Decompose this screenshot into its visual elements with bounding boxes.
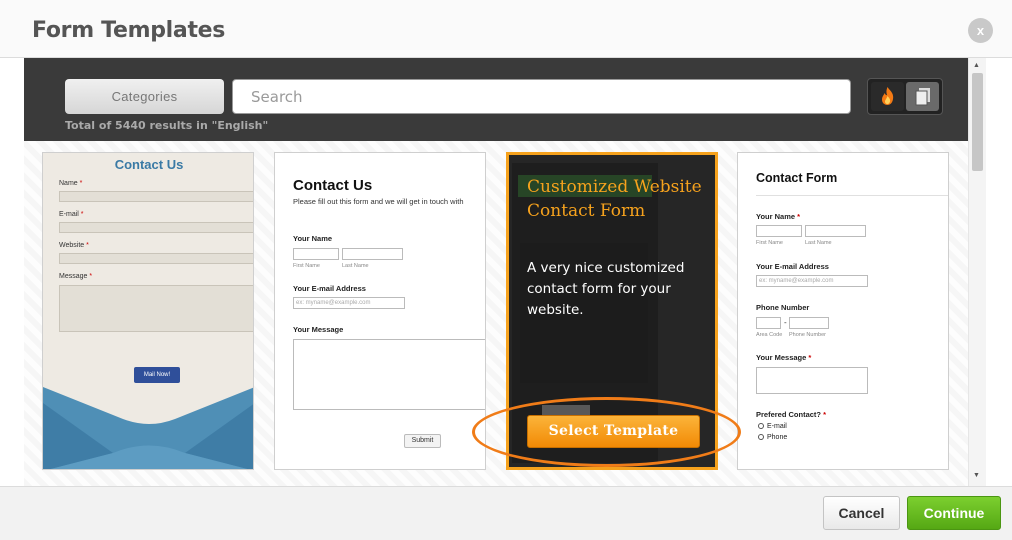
name-label: Your Name * (756, 212, 801, 221)
template-card-contact-form[interactable]: Contact Form Your Name * First Name Last… (737, 152, 949, 470)
radio-option-email: E-mail (758, 423, 787, 430)
email-label: Your E-mail Address (756, 262, 829, 271)
continue-button[interactable]: Continue (907, 496, 1001, 530)
radio-icon (758, 423, 764, 429)
first-name-hint: First Name (756, 240, 783, 246)
cancel-button[interactable]: Cancel (823, 496, 900, 530)
select-template-button[interactable]: Select Template (527, 415, 700, 448)
scroll-up-arrow-icon[interactable]: ▲ (973, 62, 980, 69)
dash: - (784, 318, 787, 327)
close-button[interactable]: x (968, 18, 993, 43)
card-title: Customized Website Contact Form (527, 177, 702, 221)
results-count: Total of 5440 results in "English" (65, 119, 269, 132)
card-title: Contact Us (293, 177, 373, 194)
dialog-footer: Cancel Continue (0, 486, 1012, 540)
scroll-down-arrow-icon[interactable]: ▼ (973, 472, 980, 479)
vertical-scrollbar[interactable]: ▲ ▼ (968, 58, 986, 486)
email-label: Your E-mail Address (293, 284, 366, 293)
phone-label: Phone Number (756, 303, 810, 312)
radio-option-phone: Phone (758, 434, 787, 441)
templates-toolbar: Categories Total of 5440 results in "Eng… (24, 58, 968, 141)
pages-icon (915, 88, 930, 106)
message-label: Your Message * (756, 353, 812, 362)
area-code-preview (756, 317, 781, 329)
flame-icon (882, 87, 894, 105)
email-preview: ex: myname@example.com (756, 275, 868, 287)
template-card-customized-website-contact-form[interactable]: Customized Website Contact Form A very n… (506, 152, 718, 470)
message-preview (756, 367, 868, 394)
divider (756, 195, 948, 196)
phone-number-hint: Phone Number (789, 332, 826, 338)
dialog-title: Form Templates (32, 18, 226, 43)
message-preview (293, 339, 485, 410)
first-name-preview (756, 225, 802, 237)
last-name-preview (342, 248, 403, 260)
message-label: Your Message (293, 325, 344, 334)
phone-number-preview (789, 317, 829, 329)
preferred-contact-label: Prefered Contact? * (756, 410, 827, 419)
form-templates-dialog: Form Templates x Categories Search Total… (0, 0, 1012, 540)
area-code-hint: Area Code (756, 332, 783, 338)
scrollbar-thumb[interactable] (972, 73, 983, 171)
last-name-hint: Last Name (342, 263, 369, 269)
template-card-contact-us-envelope[interactable]: Contact Us Name * E-mail * Website * Mes… (42, 152, 254, 470)
radio-icon (758, 434, 764, 440)
view-toggle (867, 78, 943, 115)
popular-view-button[interactable] (871, 82, 904, 111)
submit-preview: Submit (404, 434, 441, 448)
card-description: A very nice customized contact form for … (527, 260, 685, 318)
dialog-header: Form Templates x (0, 0, 1012, 58)
card-subtitle: Please fill out this form and we will ge… (293, 197, 464, 206)
template-card-contact-us[interactable]: Contact Us Please fill out this form and… (274, 152, 486, 470)
envelope-illustration (43, 387, 253, 469)
search-input[interactable] (232, 79, 851, 114)
card-title: Contact Form (756, 171, 838, 185)
first-name-preview (293, 248, 339, 260)
categories-button[interactable]: Categories (65, 79, 224, 114)
templates-content: Categories Total of 5440 results in "Eng… (24, 58, 968, 486)
last-name-preview (805, 225, 866, 237)
email-preview: ex: myname@example.com (293, 297, 405, 309)
name-label: Your Name (293, 234, 333, 243)
last-name-hint: Last Name (805, 240, 832, 246)
first-name-hint: First Name (293, 263, 320, 269)
all-view-button[interactable] (906, 82, 939, 111)
